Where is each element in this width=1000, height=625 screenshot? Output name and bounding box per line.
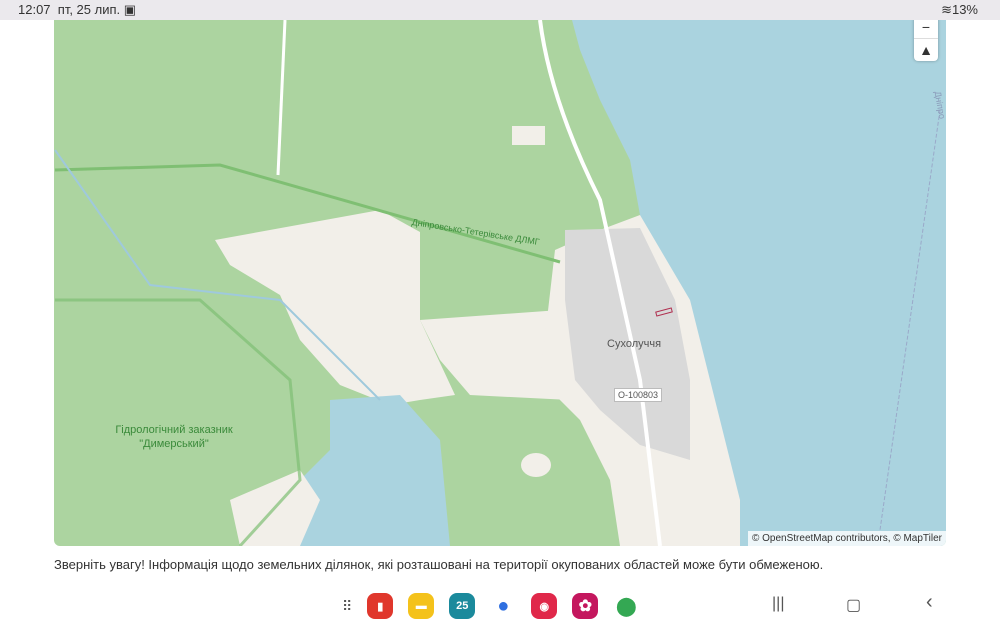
recents-button[interactable]: ||| xyxy=(772,595,784,613)
occupied-territory-notice: Зверніть увагу! Інформація щодо земельни… xyxy=(54,557,824,572)
field xyxy=(512,126,545,145)
google-maps-app-icon[interactable]: ⬤ xyxy=(613,593,639,619)
gallery-notification-icon: ▣ xyxy=(123,2,137,17)
clock: 12:07 xyxy=(18,2,51,17)
wifi-icon: ≋ xyxy=(941,2,952,17)
home-button[interactable]: ▢ xyxy=(846,595,861,615)
taskbar: ⠿ ▮ ▬ 25 ● ◉ ✿ ⬤ xyxy=(342,592,639,620)
field-round xyxy=(521,453,551,477)
reserve-label: Гідрологічний заказник "Димерський" xyxy=(115,424,233,450)
app-drawer-icon[interactable]: ⠿ xyxy=(342,598,352,615)
screen-recorder-app-icon[interactable]: ◉ xyxy=(531,593,558,619)
date: пт, 25 лип. xyxy=(57,2,121,17)
messages-app-icon[interactable]: ● xyxy=(490,593,516,619)
road xyxy=(276,20,287,176)
map-canvas[interactable] xyxy=(54,20,946,546)
notes-app-icon[interactable]: ▮ xyxy=(367,593,394,619)
open-land xyxy=(215,210,455,405)
road-shield: О-100803 xyxy=(614,388,663,402)
map-attribution[interactable]: © OpenStreetMap contributors, © MapTiler xyxy=(748,531,946,546)
map-view[interactable]: Дніпровсько-Тетерівське ДЛМГ Сухолуччя О… xyxy=(54,20,946,546)
battery-level: 13% xyxy=(951,2,978,17)
files-app-icon[interactable]: ▬ xyxy=(408,593,435,619)
back-button[interactable]: ‹ xyxy=(926,591,933,614)
calendar-app-icon[interactable]: 25 xyxy=(449,593,476,619)
gallery-app-icon[interactable]: ✿ xyxy=(572,593,599,619)
village-label[interactable]: Сухолуччя xyxy=(607,338,661,350)
lake xyxy=(290,395,450,546)
status-bar: 12:07 пт, 25 лип. ▣ ≋13% xyxy=(0,0,1000,20)
zoom-out-button[interactable]: − xyxy=(914,20,938,38)
map-controls: − ▲ xyxy=(914,20,938,61)
compass-button[interactable]: ▲ xyxy=(914,38,938,61)
